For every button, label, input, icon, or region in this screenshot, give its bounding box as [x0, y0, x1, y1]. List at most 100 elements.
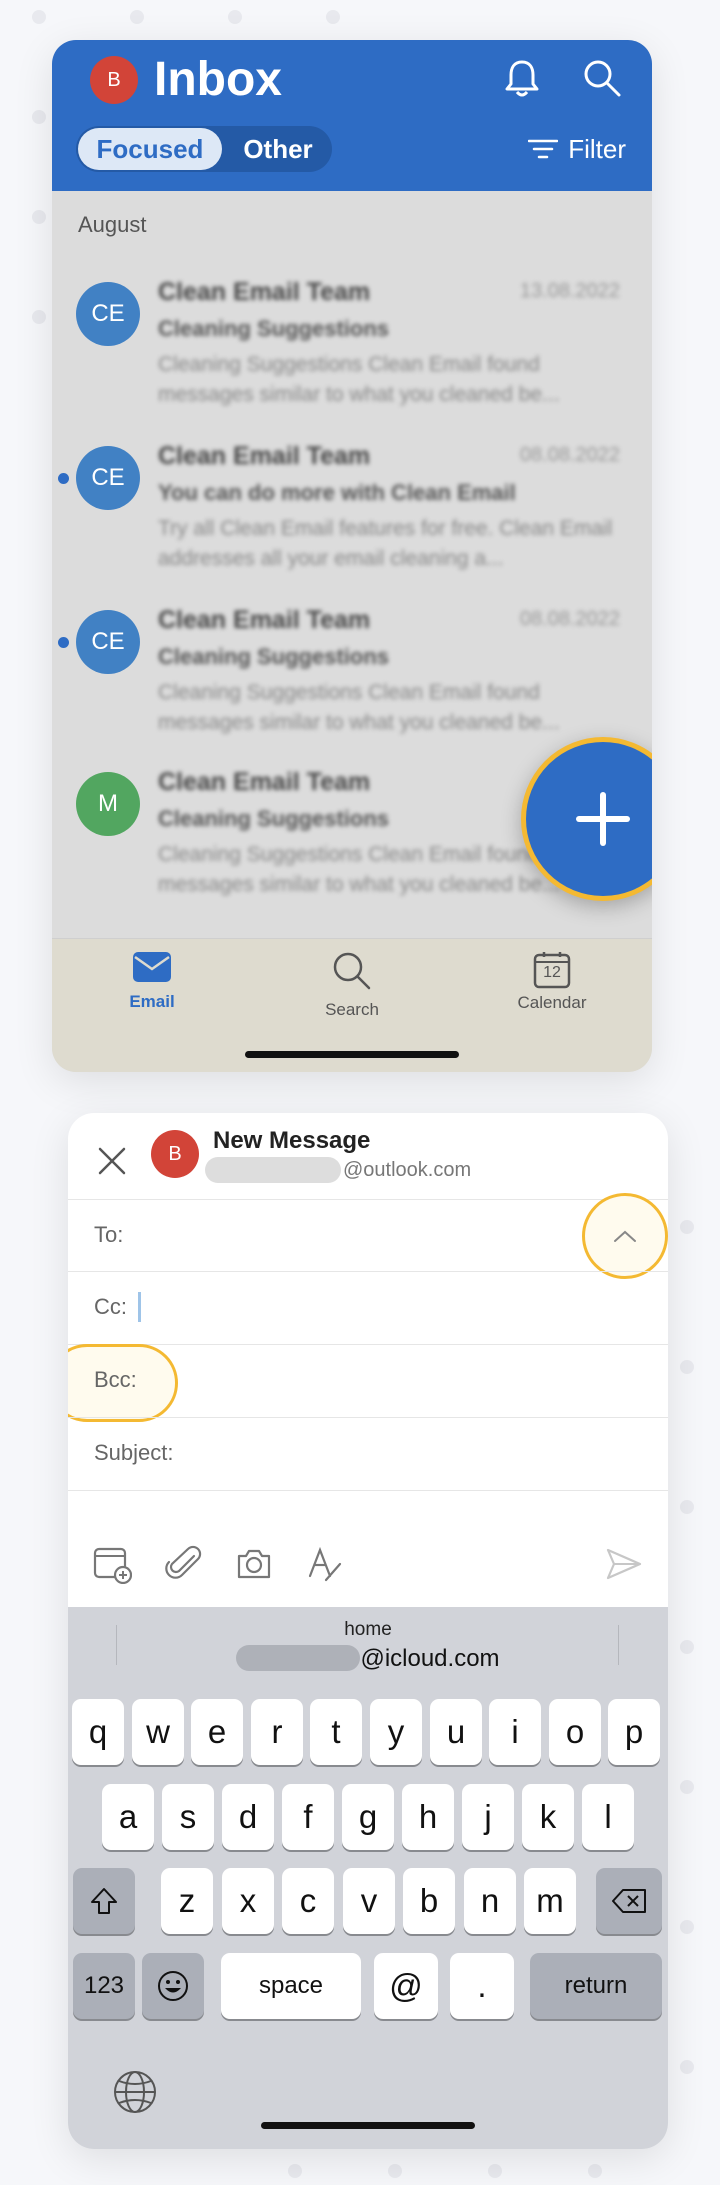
account-avatar-initial: B: [107, 68, 121, 91]
message-sender: Clean Email Team: [158, 768, 371, 796]
unread-dot: [58, 473, 69, 484]
key-j[interactable]: j: [462, 1784, 514, 1850]
bcc-label: Bcc:: [94, 1367, 137, 1392]
sender-avatar: CE: [76, 446, 140, 510]
at-key[interactable]: @: [374, 1953, 438, 2019]
bottom-tab-bar: Email Search 12 Calendar: [52, 938, 652, 1072]
avatar-initials: M: [98, 790, 118, 817]
key-s[interactable]: s: [162, 1784, 214, 1850]
key-d[interactable]: d: [222, 1784, 274, 1850]
key-u[interactable]: u: [430, 1699, 482, 1765]
tab-search[interactable]: Search: [272, 951, 432, 1031]
paperclip-icon[interactable]: [164, 1544, 206, 1586]
send-icon[interactable]: [604, 1544, 646, 1586]
unread-dot: [58, 637, 69, 648]
message-row[interactable]: CE Clean Email Team 08.08.2022 You can do m…: [52, 442, 652, 608]
key-l[interactable]: l: [582, 1784, 634, 1850]
key-b[interactable]: b: [403, 1868, 455, 1934]
numbers-key[interactable]: 123: [73, 1953, 135, 2019]
compose-toolbar: [68, 1544, 668, 1590]
key-r[interactable]: r: [251, 1699, 303, 1765]
search-icon[interactable]: [578, 54, 626, 102]
cc-field[interactable]: Cc:: [68, 1271, 668, 1344]
filter-icon: [528, 139, 559, 159]
message-subject: Cleaning Suggestions: [158, 644, 390, 669]
plus-icon: [576, 792, 630, 846]
key-k[interactable]: k: [522, 1784, 574, 1850]
from-address[interactable]: @outlook.com: [205, 1155, 471, 1185]
filter-button[interactable]: Filter: [528, 132, 626, 166]
new-message-screen: B New Message @outlook.com To: Cc: Bcc: …: [68, 1113, 668, 2149]
key-p[interactable]: p: [608, 1699, 660, 1765]
email-suggestion[interactable]: @icloud.com: [68, 1644, 668, 1673]
calendar-add-icon[interactable]: [92, 1544, 134, 1586]
key-w[interactable]: w: [132, 1699, 184, 1765]
from-domain: @outlook.com: [343, 1158, 472, 1181]
filter-label: Filter: [568, 133, 626, 164]
page-title: Inbox: [154, 53, 282, 106]
bell-icon[interactable]: [498, 54, 546, 102]
avatar-initials: CE: [91, 628, 125, 655]
bcc-field[interactable]: Bcc:: [68, 1344, 668, 1422]
suggestion-label: home: [344, 1619, 392, 1640]
key-v[interactable]: v: [343, 1868, 395, 1934]
key-t[interactable]: t: [310, 1699, 362, 1765]
return-key[interactable]: return: [530, 1953, 662, 2019]
key-e[interactable]: e: [191, 1699, 243, 1765]
message-date: 08.08.2022: [519, 444, 620, 466]
suggestion-domain: @icloud.com: [360, 1645, 500, 1672]
key-h[interactable]: h: [402, 1784, 454, 1850]
message-row[interactable]: CE Clean Email Team 13.08.2022 Cleaning Sug…: [52, 278, 652, 444]
key-a[interactable]: a: [102, 1784, 154, 1850]
tab-other[interactable]: Other: [226, 128, 330, 170]
emoji-key[interactable]: [142, 1953, 204, 2019]
chevron-up-icon: [614, 1230, 636, 1242]
sender-avatar[interactable]: B: [151, 1130, 199, 1178]
envelope-icon: [133, 952, 171, 982]
key-g[interactable]: g: [342, 1784, 394, 1850]
tab-calendar-label: Calendar: [517, 993, 587, 1012]
tab-email[interactable]: Email: [72, 951, 232, 1031]
body-divider: [68, 1490, 668, 1491]
shift-icon: [91, 1888, 117, 1914]
message-sender: Clean Email Team: [158, 606, 371, 634]
message-preview: Cleaning Suggestions Clean Email found m…: [158, 681, 560, 734]
home-indicator: [261, 2122, 475, 2129]
emoji-icon: [158, 1971, 188, 2001]
redacted-username: [236, 1644, 361, 1671]
cc-label: Cc:: [94, 1294, 127, 1319]
message-sender: Clean Email Team: [158, 278, 371, 306]
key-f[interactable]: f: [282, 1784, 334, 1850]
key-n[interactable]: n: [464, 1868, 516, 1934]
camera-icon[interactable]: [234, 1544, 276, 1586]
tab-calendar[interactable]: 12 Calendar: [472, 951, 632, 1031]
pen-format-icon[interactable]: [304, 1544, 346, 1586]
key-y[interactable]: y: [370, 1699, 422, 1765]
space-key[interactable]: space: [221, 1953, 361, 2019]
to-field[interactable]: To:: [68, 1193, 668, 1279]
key-x[interactable]: x: [222, 1868, 274, 1934]
key-z[interactable]: z: [161, 1868, 213, 1934]
account-avatar[interactable]: B: [90, 56, 138, 104]
close-icon[interactable]: [90, 1139, 134, 1183]
delete-key[interactable]: [596, 1868, 662, 1934]
key-c[interactable]: c: [282, 1868, 334, 1934]
subject-label: Subject:: [94, 1440, 174, 1465]
subject-field[interactable]: Subject:: [68, 1417, 668, 1490]
globe-icon[interactable]: [112, 2069, 158, 2115]
expand-fields-button[interactable]: [582, 1193, 668, 1279]
tab-focused[interactable]: Focused: [78, 128, 222, 170]
key-q[interactable]: q: [72, 1699, 124, 1765]
search-tab-icon: [333, 952, 371, 990]
key-i[interactable]: i: [489, 1699, 541, 1765]
dot-key[interactable]: .: [450, 1953, 514, 2019]
key-o[interactable]: o: [549, 1699, 601, 1765]
sender-avatar: M: [76, 772, 140, 836]
backspace-icon: [612, 1889, 646, 1913]
avatar-initials: CE: [91, 300, 125, 327]
text-cursor: [138, 1292, 141, 1322]
key-m[interactable]: m: [524, 1868, 576, 1934]
to-label: To:: [94, 1222, 124, 1247]
shift-key[interactable]: [73, 1868, 135, 1934]
quicktype-suggestion-bar: home @icloud.com: [68, 1607, 668, 1679]
